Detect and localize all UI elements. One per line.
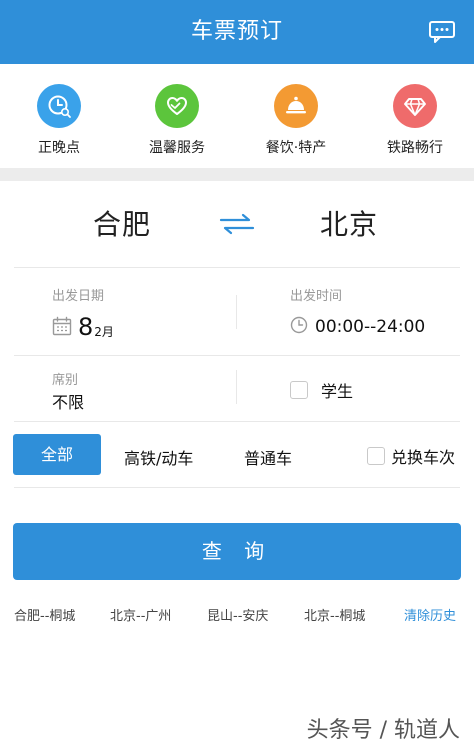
divider	[14, 487, 460, 488]
filter-all-button[interactable]: 全部	[13, 434, 101, 475]
exchange-label: 兑换车次	[391, 448, 456, 467]
student-checkbox[interactable]	[290, 381, 308, 399]
quick-link-label: 铁路畅行	[387, 140, 443, 156]
quick-link-warm-service[interactable]: 温馨服务	[118, 84, 236, 157]
quick-links: 正晚点 温馨服务 餐饮·特产 铁路畅行	[0, 64, 474, 168]
quick-link-label: 餐饮·特产	[265, 140, 327, 156]
chat-bubble-icon[interactable]	[428, 20, 456, 44]
history-item[interactable]: 合肥--桐城	[14, 605, 75, 624]
seat-class-label: 席别	[52, 373, 79, 388]
departure-time-label: 出发时间	[290, 289, 343, 304]
clear-history-link[interactable]: 清除历史	[404, 605, 456, 624]
divider	[236, 295, 237, 329]
divider	[14, 267, 460, 268]
divider	[14, 355, 460, 356]
quick-link-railway-pass[interactable]: 铁路畅行	[356, 84, 474, 157]
seat-class-select[interactable]: 不限	[52, 389, 84, 413]
query-button[interactable]: 查 询	[13, 523, 461, 580]
departure-time-range: 00:00--24:00	[315, 317, 426, 337]
filter-high-speed-tab[interactable]: 高铁/动车	[124, 445, 193, 469]
quick-link-label: 温馨服务	[149, 140, 205, 156]
section-divider	[0, 168, 474, 181]
quick-link-delay-status[interactable]: 正晚点	[0, 84, 118, 157]
heart-hands-icon	[155, 84, 199, 128]
history-item[interactable]: 北京--广州	[110, 605, 171, 624]
quick-link-food-specialty[interactable]: 餐饮·特产	[237, 84, 355, 157]
history-item[interactable]: 昆山--安庆	[207, 605, 268, 624]
from-station[interactable]: 合肥	[93, 203, 151, 243]
clock-search-icon	[37, 84, 81, 128]
divider	[236, 370, 237, 404]
student-option[interactable]: 学生	[290, 378, 353, 402]
exchange-checkbox[interactable]	[367, 447, 385, 465]
exchange-train-option[interactable]: 兑换车次	[367, 444, 455, 468]
calendar-icon	[52, 316, 72, 340]
history-item[interactable]: 北京--桐城	[304, 605, 365, 624]
departure-date-picker[interactable]: 8 2月	[52, 314, 114, 340]
departure-month: 2月	[94, 325, 114, 339]
filter-regular-tab[interactable]: 普通车	[244, 445, 292, 469]
departure-day: 8	[78, 313, 94, 341]
route-selector: 合肥 北京	[0, 181, 474, 267]
app-header: 车票预订	[0, 0, 474, 64]
to-station[interactable]: 北京	[320, 203, 378, 243]
departure-time-picker[interactable]: 00:00--24:00	[290, 316, 425, 338]
divider	[14, 421, 460, 422]
page-title: 车票预订	[190, 19, 283, 44]
watermark: 头条号 / 轨道人	[306, 718, 460, 743]
quick-link-label: 正晚点	[38, 140, 80, 156]
diamond-icon	[393, 84, 437, 128]
departure-date-label: 出发日期	[52, 289, 105, 304]
food-cloche-icon	[274, 84, 318, 128]
swap-arrows-icon[interactable]	[216, 209, 258, 239]
clock-icon	[290, 316, 308, 338]
student-label: 学生	[321, 382, 354, 401]
